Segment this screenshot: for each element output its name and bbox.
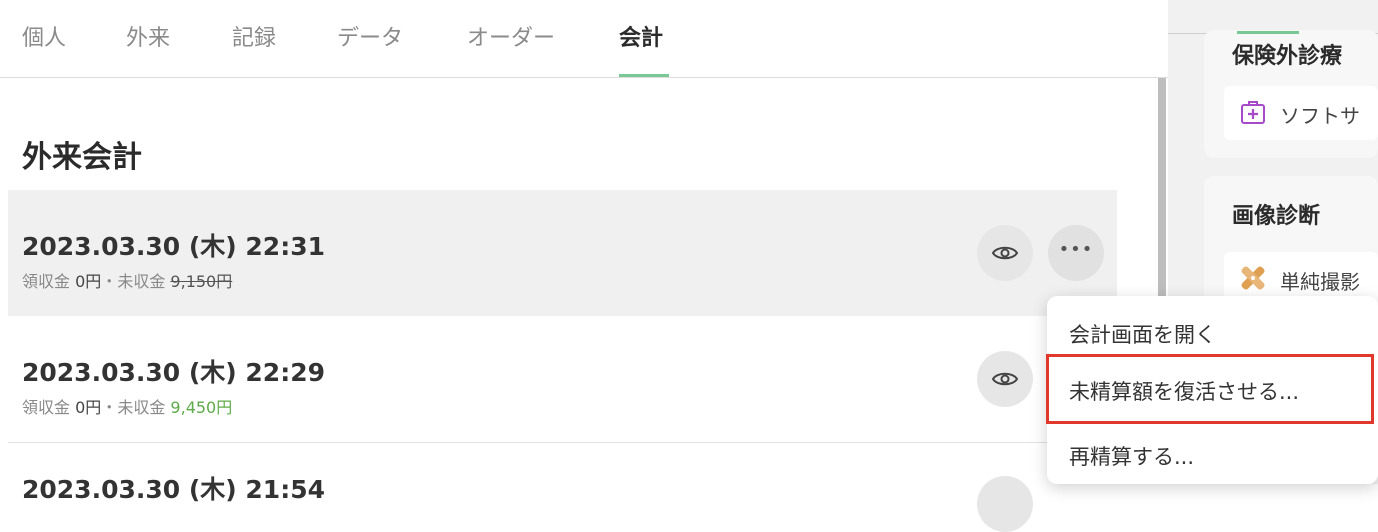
visit-datetime-partial: 2023.03.30 (木) 21:54 bbox=[22, 475, 325, 504]
received-amount: 0円 bbox=[75, 398, 102, 417]
separator: ・ bbox=[101, 398, 118, 417]
page-title: 外来会計 bbox=[22, 140, 142, 175]
tab-bar: 個人 外来 記録 データ オーダー 会計 bbox=[0, 0, 1168, 78]
billing-row[interactable]: 2023.03.30 (木) 22:29 領収金 0円・未収金 9,450円 bbox=[8, 318, 1117, 443]
separator: ・ bbox=[101, 272, 118, 291]
category-item-label: 単純撮影 bbox=[1280, 270, 1360, 294]
received-label: 領収金 bbox=[22, 272, 71, 291]
active-tab-indicator bbox=[619, 74, 669, 77]
received-label: 領収金 bbox=[22, 398, 71, 417]
menu-item-label: 再精算する... bbox=[1069, 445, 1195, 469]
tab-outpatient[interactable]: 外来 bbox=[126, 20, 170, 52]
visit-amounts: 領収金 0円・未収金 9,150円 bbox=[22, 268, 232, 292]
unpaid-amount: 9,450円 bbox=[170, 398, 233, 417]
highlight-annotation bbox=[1046, 354, 1374, 424]
view-button[interactable] bbox=[977, 351, 1033, 407]
category-title: 保険外診療 bbox=[1232, 44, 1343, 69]
received-amount: 0円 bbox=[75, 272, 102, 291]
bandage-icon bbox=[1241, 266, 1265, 290]
more-options-button[interactable]: ••• bbox=[1048, 225, 1104, 281]
billing-row[interactable]: 2023.03.30 (木) 22:31 領収金 0円・未収金 9,150円 •… bbox=[8, 190, 1117, 316]
category-item[interactable]: ソフトサ bbox=[1224, 86, 1378, 140]
eye-icon bbox=[992, 246, 1018, 260]
tab-billing[interactable]: 会計 bbox=[619, 20, 663, 52]
more-icon: ••• bbox=[1058, 239, 1094, 260]
medical-kit-icon bbox=[1241, 101, 1265, 124]
menu-item-label: 会計画面を開く bbox=[1069, 323, 1216, 347]
category-item-label: ソフトサ bbox=[1280, 104, 1360, 128]
tab-records[interactable]: 記録 bbox=[232, 20, 276, 52]
menu-item-recalculate[interactable]: 再精算する... bbox=[1047, 424, 1378, 484]
panel-tab-indicator bbox=[1237, 31, 1299, 34]
category-card: 保険外診療 ソフトサ bbox=[1204, 30, 1378, 158]
tab-data[interactable]: データ bbox=[337, 20, 403, 52]
visit-datetime: 2023.03.30 (木) 22:31 bbox=[22, 232, 325, 261]
visit-amounts: 領収金 0円・未収金 9,450円 bbox=[22, 394, 232, 418]
category-card: 画像診断 単純撮影 bbox=[1204, 176, 1378, 316]
unpaid-amount: 9,150円 bbox=[170, 272, 233, 291]
unpaid-label: 未収金 bbox=[117, 272, 166, 291]
unpaid-label: 未収金 bbox=[117, 398, 166, 417]
tab-orders[interactable]: オーダー bbox=[467, 20, 555, 52]
view-button[interactable] bbox=[977, 225, 1033, 281]
visit-datetime: 2023.03.30 (木) 22:29 bbox=[22, 358, 325, 387]
category-title: 画像診断 bbox=[1232, 204, 1321, 229]
tab-personal[interactable]: 個人 bbox=[22, 20, 66, 52]
eye-icon bbox=[992, 372, 1018, 386]
view-button[interactable] bbox=[977, 476, 1033, 532]
